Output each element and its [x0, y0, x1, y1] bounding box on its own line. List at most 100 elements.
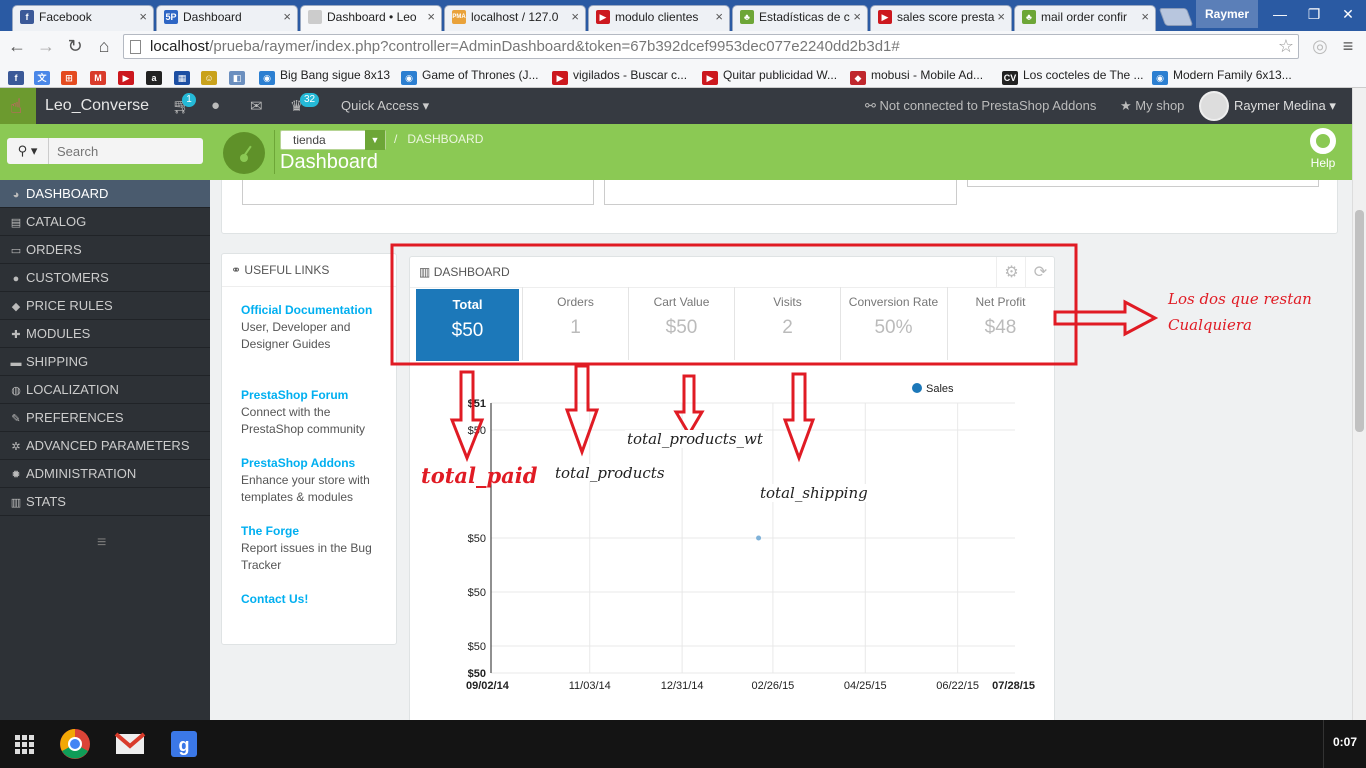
bookmark-item[interactable]: ▶ Quitar publicidad W... — [702, 66, 837, 85]
browser-tab[interactable]: ▶ sales score presta × — [870, 5, 1012, 31]
browser-tab[interactable]: PMA localhost / 127.0 × — [444, 5, 586, 31]
sidebar-item-preferences[interactable]: ✎ PREFERENCES — [0, 404, 210, 432]
refresh-icon[interactable]: ⟳ — [1025, 257, 1055, 288]
quick-access-dropdown[interactable]: Quick Access ▾ — [341, 88, 429, 124]
shop-select[interactable]: tienda ▼ — [280, 130, 386, 150]
browser-tab[interactable]: f Facebook × — [12, 5, 154, 31]
shop-name[interactable]: Leo_Converse — [45, 88, 149, 124]
google-search-icon[interactable]: g — [166, 726, 202, 762]
browser-tab[interactable]: Dashboard • Leo × — [300, 5, 442, 31]
kpi-tab-visits[interactable]: Visits 2 — [734, 287, 840, 360]
close-tab-icon[interactable]: × — [571, 6, 579, 28]
kpi-tab-net-profit[interactable]: Net Profit $48 — [947, 287, 1053, 360]
bookmark-item[interactable]: M — [90, 66, 111, 85]
close-tab-icon[interactable]: × — [139, 6, 147, 28]
back-icon[interactable]: ← — [6, 35, 28, 57]
useful-link[interactable]: The Forge — [241, 523, 386, 540]
bookmark-item[interactable]: ◉ Game of Thrones (J... — [401, 66, 539, 85]
bookmark-item[interactable]: f — [8, 66, 29, 85]
bookmark-item[interactable]: ▶ vigilados - Buscar c... — [552, 66, 687, 85]
bookmark-item[interactable]: ◧ — [229, 66, 250, 85]
sidebar-item-stats[interactable]: ▥ STATS — [0, 488, 210, 516]
scrollbar-thumb[interactable] — [1355, 210, 1364, 432]
bookmark-item[interactable]: a — [146, 66, 167, 85]
useful-link[interactable]: PrestaShop Forum — [241, 387, 386, 404]
bookmark-item[interactable]: ☺ — [201, 66, 222, 85]
browser-profile-button[interactable]: Raymer — [1196, 0, 1258, 28]
close-tab-icon[interactable]: × — [427, 6, 435, 28]
bookmark-item[interactable]: ▶ — [118, 66, 139, 85]
maximize-icon[interactable]: ❐ — [1296, 0, 1332, 28]
kpi-tab-total[interactable]: Total $50 — [416, 289, 519, 361]
search-type-button[interactable]: ⚲ ▾ — [7, 138, 49, 164]
sidebar-item-label: PRICE RULES — [26, 298, 113, 313]
browser-tab[interactable]: 5P Dashboard × — [156, 5, 298, 31]
chrome-icon[interactable] — [57, 726, 93, 762]
bookmark-item[interactable]: ◉ Modern Family 6x13... — [1152, 66, 1292, 85]
sidebar-item-advanced-parameters[interactable]: ✲ ADVANCED PARAMETERS — [0, 432, 210, 460]
mobusi-icon: ◆ — [850, 71, 866, 85]
search-input[interactable] — [57, 142, 197, 160]
close-window-icon[interactable]: ✕ — [1330, 0, 1366, 28]
browser-tab[interactable]: ▶ modulo clientes × — [588, 5, 730, 31]
kpi-tab-cart-value[interactable]: Cart Value $50 — [628, 287, 734, 360]
my-shop-link[interactable]: ★ My shop — [1120, 88, 1184, 124]
quick-access-label: Quick Access — [341, 98, 420, 113]
bookmark-item[interactable]: ⊞ — [61, 66, 82, 85]
amazon-icon: a — [146, 71, 162, 85]
useful-link[interactable]: Official Documentation — [241, 302, 386, 319]
close-tab-icon[interactable]: × — [715, 6, 723, 28]
trophy-icon[interactable]: ♛ 32 — [290, 93, 320, 115]
start-grid-icon[interactable] — [6, 726, 42, 762]
browser-tab-title: sales score presta — [897, 10, 995, 24]
prestashop-logo[interactable]: ☝ — [0, 88, 36, 124]
hand-pointer-icon: ☝ — [10, 96, 23, 118]
extension-icon[interactable]: ◎ — [1309, 35, 1331, 57]
sidebar-item-modules[interactable]: ✚ MODULES — [0, 320, 210, 348]
bookmark-star-icon[interactable]: ☆ — [1278, 36, 1294, 57]
reload-icon[interactable]: ↻ — [64, 35, 86, 57]
address-bar[interactable]: localhost/prueba/raymer/index.php?contro… — [123, 34, 1299, 59]
browser-tab-title: Dashboard • Leo — [327, 10, 417, 24]
close-tab-icon[interactable]: × — [1141, 6, 1149, 28]
close-tab-icon[interactable]: × — [853, 6, 861, 28]
gmail-icon[interactable] — [112, 726, 148, 762]
useful-link[interactable]: Contact Us! — [241, 591, 386, 608]
browser-tab[interactable]: ♣ mail order confir × — [1014, 5, 1156, 31]
gear-icon[interactable]: ⚙ — [996, 257, 1026, 288]
close-tab-icon[interactable]: × — [283, 6, 291, 28]
minimize-icon[interactable]: — — [1262, 0, 1298, 28]
bookmark-item[interactable]: 文 — [34, 66, 55, 85]
help-button[interactable]: Help — [1306, 127, 1340, 177]
kpi-tab-conversion-rate[interactable]: Conversion Rate 50% — [840, 287, 946, 360]
avatar[interactable] — [1199, 91, 1229, 121]
bookmark-item[interactable]: ◉ Big Bang sigue 8x13 — [259, 66, 390, 85]
sidebar-item-shipping[interactable]: ▬ SHIPPING — [0, 348, 210, 376]
chrome-menu-icon[interactable]: ≡ — [1337, 35, 1359, 57]
envelope-icon[interactable]: ✉ — [250, 97, 263, 115]
cart-icon[interactable]: 🛒︎ 1 — [172, 93, 196, 115]
sidebar-item-catalog[interactable]: ▤ CATALOG — [0, 208, 210, 236]
close-tab-icon[interactable]: × — [997, 6, 1005, 28]
sidebar-item-orders[interactable]: ▭ ORDERS — [0, 236, 210, 264]
bookmark-item[interactable]: CV Los cocteles de The ... — [1002, 66, 1144, 85]
sidebar-item-price-rules[interactable]: ◆ PRICE RULES — [0, 292, 210, 320]
sidebar-item-administration[interactable]: ✹ ADMINISTRATION — [0, 460, 210, 488]
sidebar-item-localization[interactable]: ◍ LOCALIZATION — [0, 376, 210, 404]
new-tab-button[interactable] — [1158, 8, 1194, 26]
home-icon[interactable]: ⌂ — [93, 35, 115, 57]
addons-connection-status[interactable]: ⚯ Not connected to PrestaShop Addons — [865, 88, 1096, 124]
user-icon[interactable]: ● — [211, 97, 220, 114]
kpi-tab-orders[interactable]: Orders 1 — [522, 287, 628, 360]
user-menu[interactable]: Raymer Medina ▾ — [1234, 88, 1336, 124]
url-text[interactable]: localhost/prueba/raymer/index.php?contro… — [150, 35, 900, 58]
forward-icon[interactable]: → — [35, 35, 57, 57]
collapse-menu-icon[interactable]: ≡ — [97, 534, 106, 552]
bookmark-item[interactable]: ◆ mobusi - Mobile Ad... — [850, 66, 983, 85]
sidebar-item-customers[interactable]: ● CUSTOMERS — [0, 264, 210, 292]
bookmark-item[interactable]: ▦ — [174, 66, 195, 85]
page-scrollbar[interactable] — [1352, 88, 1366, 720]
sidebar-item-dashboard[interactable]: ◕ DASHBOARD — [0, 180, 210, 208]
browser-tab[interactable]: ♣ Estadísticas de c × — [732, 5, 868, 31]
useful-link[interactable]: PrestaShop Addons — [241, 455, 386, 472]
